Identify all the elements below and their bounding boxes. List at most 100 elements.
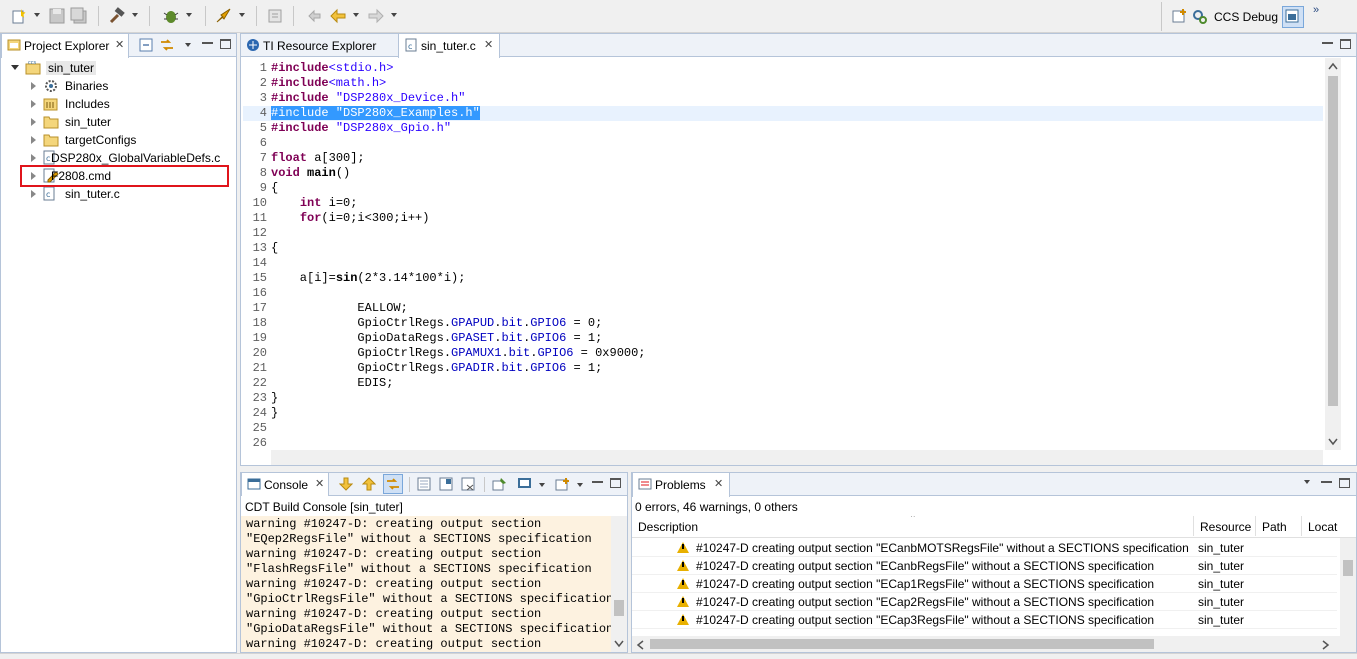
save-all-icon[interactable]	[70, 7, 88, 25]
ccs-debug-label: CCS Debug	[1214, 10, 1279, 24]
tab-problems[interactable]: Problems ✕	[632, 473, 730, 497]
tab-ti-resource-explorer[interactable]: TI Resource Explorer	[241, 34, 393, 57]
build-hammer-icon[interactable]	[108, 7, 126, 25]
table-row[interactable]: #10247-D creating output section "ECap1R…	[632, 575, 1337, 593]
line-number: 2	[259, 76, 267, 90]
forward-dropdown-icon[interactable]	[391, 13, 397, 17]
pin-console-icon[interactable]	[439, 477, 453, 491]
tree-item-label: DSP280x_GlobalVariableDefs.c	[51, 151, 221, 165]
tree-item-binaries[interactable]: Binaries	[31, 77, 231, 95]
new-icon[interactable]	[10, 7, 28, 25]
console-output[interactable]: warning #10247-D: creating output sectio…	[241, 516, 611, 652]
collapsed-arrow-icon[interactable]	[31, 100, 36, 108]
link-with-editor-icon[interactable]	[159, 38, 175, 52]
main-toolbar: CCS Debug »	[0, 0, 1357, 33]
toggle-block-icon[interactable]	[266, 7, 284, 25]
table-row[interactable]: #10247-D creating output section "ECap3R…	[632, 611, 1337, 629]
clear-console-icon[interactable]	[461, 477, 475, 491]
expanded-arrow-icon[interactable]	[11, 65, 19, 70]
line-number: 4	[259, 106, 267, 120]
tree-item-sin-tuter-folder[interactable]: sin_tuter	[31, 113, 231, 131]
minimize-icon[interactable]	[1322, 39, 1333, 44]
forward-icon[interactable]	[367, 7, 385, 25]
column-location[interactable]: Locat	[1302, 516, 1356, 536]
back-icon[interactable]	[329, 7, 347, 25]
display-console-icon[interactable]	[517, 477, 533, 491]
scrollbar-thumb[interactable]	[614, 600, 624, 616]
flash-dropdown-icon[interactable]	[239, 13, 245, 17]
problems-horizontal-scrollbar[interactable]	[632, 636, 1356, 652]
tree-item-sin-tuter-c[interactable]: c sin_tuter.c	[31, 185, 231, 203]
code-line: 7 float a[300];	[243, 151, 1323, 166]
debug-dropdown-icon[interactable]	[186, 13, 192, 17]
pin-icon[interactable]	[492, 477, 508, 491]
table-row[interactable]: #10247-D creating output section "ECanbM…	[632, 539, 1337, 557]
ccs-edit-perspective-button[interactable]	[1282, 6, 1304, 28]
minimize-icon[interactable]	[202, 39, 213, 44]
ccs-debug-perspective-button[interactable]: CCS Debug	[1192, 6, 1288, 28]
console-vertical-scrollbar[interactable]	[611, 516, 627, 652]
maximize-icon[interactable]	[610, 478, 621, 488]
row-description: #10247-D creating output section "ECap1R…	[696, 577, 1155, 591]
collapsed-arrow-icon[interactable]	[31, 82, 36, 90]
collapsed-arrow-icon[interactable]	[31, 154, 36, 162]
editor-vertical-scrollbar[interactable]	[1325, 58, 1341, 450]
problems-vertical-scrollbar[interactable]	[1340, 538, 1356, 638]
close-icon[interactable]: ✕	[714, 479, 724, 490]
open-console-icon[interactable]	[555, 477, 571, 491]
tree-item-target-configs[interactable]: targetConfigs	[31, 131, 231, 149]
save-icon[interactable]	[48, 7, 66, 25]
binaries-icon	[45, 80, 57, 92]
view-menu-icon[interactable]	[185, 43, 191, 47]
scroll-down-icon[interactable]	[614, 640, 624, 648]
open-console-dropdown-icon[interactable]	[577, 483, 583, 487]
tab-console[interactable]: Console ✕	[241, 473, 329, 497]
last-edit-icon[interactable]	[305, 7, 323, 25]
build-dropdown-icon[interactable]	[132, 13, 138, 17]
maximize-icon[interactable]	[1340, 39, 1351, 49]
scroll-down-icon[interactable]	[1328, 438, 1338, 446]
close-icon[interactable]: ✕	[484, 40, 494, 51]
scrollbar-thumb[interactable]	[1343, 560, 1353, 576]
table-row[interactable]: #10247-D creating output section "ECap2R…	[632, 593, 1337, 611]
problems-table[interactable]: Description ^ Resource Path Locat #10247…	[632, 516, 1356, 638]
tab-sin-tuter-c[interactable]: c sin_tuter.c ✕	[398, 34, 500, 58]
code-line: 12	[243, 226, 1323, 241]
table-row[interactable]: #10247-D creating output section "ECanbR…	[632, 557, 1337, 575]
next-error-icon[interactable]	[339, 476, 353, 492]
scrollbar-thumb[interactable]	[650, 639, 1154, 649]
tree-item-includes[interactable]: Includes	[31, 95, 231, 113]
open-perspective-icon[interactable]	[1172, 8, 1188, 24]
perspective-overflow-chevron[interactable]: »	[1313, 4, 1319, 16]
project-root-label: sin_tuter	[46, 61, 97, 75]
scrollbar-thumb[interactable]	[1328, 76, 1338, 406]
editor-horizontal-scrollbar[interactable]	[271, 450, 1323, 465]
view-menu-icon[interactable]	[1304, 480, 1310, 484]
scroll-left-icon[interactable]	[636, 640, 644, 650]
previous-error-icon[interactable]	[362, 476, 376, 492]
maximize-icon[interactable]	[1339, 478, 1350, 488]
collapse-all-icon[interactable]	[139, 38, 153, 52]
display-console-dropdown-icon[interactable]	[539, 483, 545, 487]
flash-icon[interactable]	[214, 7, 232, 25]
scroll-lock-icon[interactable]	[417, 477, 431, 491]
maximize-icon[interactable]	[220, 39, 231, 49]
debug-bug-icon[interactable]	[162, 7, 180, 25]
collapsed-arrow-icon[interactable]	[31, 190, 36, 198]
close-icon[interactable]: ✕	[315, 479, 325, 490]
tab-project-explorer[interactable]: Project Explorer ✕	[1, 34, 129, 58]
code-line: 10 int i=0;	[243, 196, 1323, 211]
minimize-icon[interactable]	[1321, 478, 1332, 483]
close-icon[interactable]: ✕	[115, 40, 125, 51]
scroll-right-icon[interactable]	[1322, 640, 1330, 650]
minimize-icon[interactable]	[592, 478, 603, 483]
column-resource[interactable]: Resource	[1194, 516, 1256, 536]
column-path[interactable]: Path	[1256, 516, 1302, 536]
link-console-button[interactable]	[383, 474, 403, 494]
collapsed-arrow-icon[interactable]	[31, 136, 36, 144]
back-dropdown-icon[interactable]	[353, 13, 359, 17]
collapsed-arrow-icon[interactable]	[31, 118, 36, 126]
scroll-up-icon[interactable]	[1328, 62, 1338, 70]
tree-item-project-root[interactable]: ccs sin_tuter	[11, 59, 231, 77]
new-dropdown-icon[interactable]	[34, 13, 40, 17]
